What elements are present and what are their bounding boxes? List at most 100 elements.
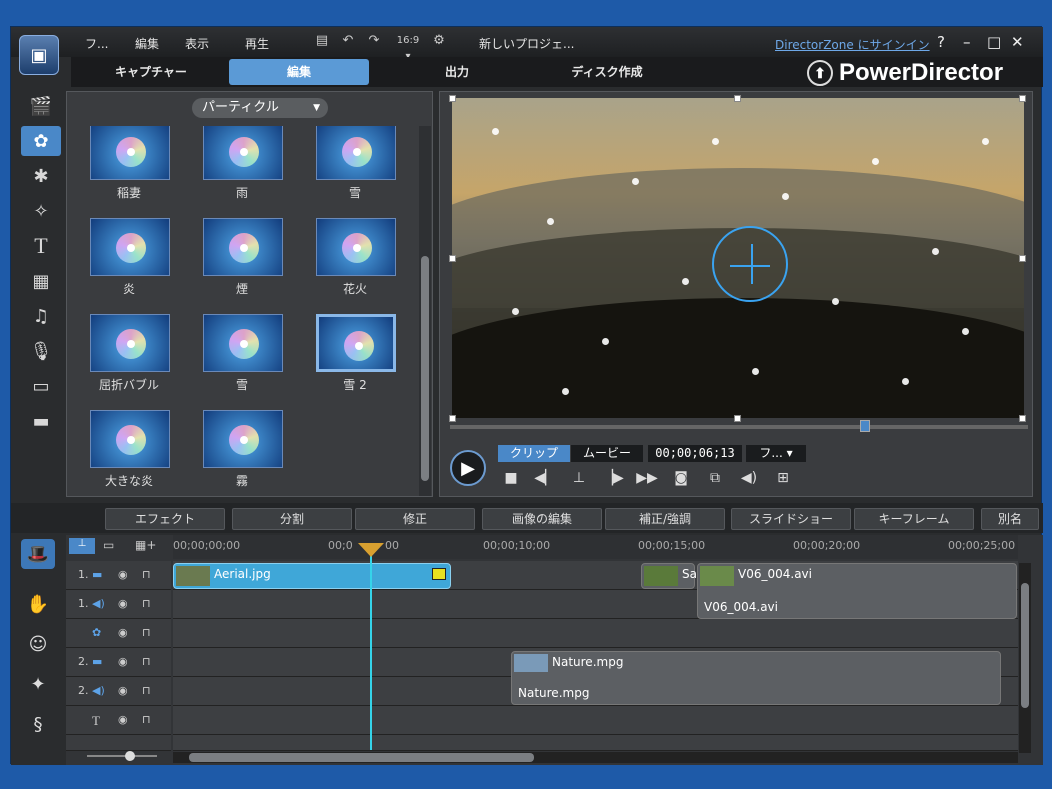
dual-monitor-icon[interactable]: ⧉ bbox=[704, 470, 726, 490]
zoom-slider[interactable] bbox=[73, 749, 169, 763]
clip-v06[interactable]: V06_004.avi V06_004.avi bbox=[697, 563, 1017, 619]
next-frame-icon[interactable]: ▕▶ bbox=[602, 470, 624, 490]
lock-icon[interactable]: ⊓ bbox=[142, 684, 151, 697]
tab-disc[interactable]: ディスク作成 bbox=[537, 59, 677, 85]
clip-nature[interactable]: Nature.mpg Nature.mpg bbox=[511, 651, 1001, 705]
undo-icon[interactable]: ↶ bbox=[340, 33, 356, 49]
visibility-eye-icon[interactable]: ◉ bbox=[118, 713, 128, 726]
effect-item[interactable]: 大きな炎 bbox=[77, 410, 175, 496]
enhance-button[interactable]: 補正/強調 bbox=[605, 508, 725, 530]
settings-grid-icon[interactable]: ⊞ bbox=[772, 470, 794, 490]
image-edit-button[interactable]: 画像の編集 bbox=[482, 508, 602, 530]
title-room-icon[interactable]: T bbox=[21, 231, 61, 261]
resize-handle[interactable] bbox=[1019, 95, 1026, 102]
clip-mode-tab[interactable]: クリップ bbox=[498, 445, 570, 462]
scrollbar-thumb[interactable] bbox=[421, 256, 429, 481]
play-button[interactable]: ▶ bbox=[450, 450, 486, 486]
effect-item[interactable]: 稲妻 bbox=[77, 126, 175, 214]
timeline-view-icon[interactable]: ⊥ bbox=[69, 538, 95, 554]
menu-edit[interactable]: 編集 bbox=[135, 35, 159, 52]
aspect-ratio-select[interactable]: 16:9 ▾ bbox=[393, 33, 423, 62]
hand-tool-icon[interactable]: ✋ bbox=[21, 589, 55, 619]
resize-handle[interactable] bbox=[734, 95, 741, 102]
lock-icon[interactable]: ⊓ bbox=[142, 597, 151, 610]
volume-icon[interactable]: ◀) bbox=[738, 470, 760, 490]
motion-icon[interactable]: § bbox=[21, 709, 55, 739]
close-button[interactable]: ✕ bbox=[1011, 33, 1024, 51]
stop-icon[interactable]: ■ bbox=[500, 470, 522, 490]
split-button[interactable]: 分割 bbox=[232, 508, 352, 530]
face-detect-icon[interactable]: ☺ bbox=[21, 629, 55, 659]
effect-item[interactable]: 花火 bbox=[303, 218, 401, 310]
menu-file[interactable]: フ... bbox=[85, 35, 108, 52]
tab-capture[interactable]: キャプチャー bbox=[81, 59, 221, 85]
timeline-horizontal-scrollbar[interactable] bbox=[173, 752, 1018, 763]
snapshot-camera-icon[interactable]: ◙ bbox=[670, 470, 692, 490]
magic-tools-icon[interactable]: 🎩 bbox=[21, 539, 55, 569]
effect-button[interactable]: エフェクト bbox=[105, 508, 225, 530]
lock-icon[interactable]: ⊓ bbox=[142, 655, 151, 668]
effect-item[interactable]: 煙 bbox=[190, 218, 288, 310]
subtitle-room-icon[interactable]: ▬ bbox=[21, 406, 61, 436]
lock-icon[interactable]: ⊓ bbox=[142, 713, 151, 726]
visibility-eye-icon[interactable]: ◉ bbox=[118, 597, 128, 610]
effect-item[interactable]: 雪 bbox=[190, 314, 288, 406]
visibility-eye-icon[interactable]: ◉ bbox=[118, 684, 128, 697]
effect-item[interactable]: 屈折バブル bbox=[77, 314, 175, 406]
timecode-display[interactable]: 00;00;06;13 bbox=[648, 445, 742, 462]
storyboard-view-icon[interactable]: ▭ bbox=[103, 538, 114, 552]
slideshow-button[interactable]: スライドショー bbox=[731, 508, 851, 530]
preview-screen[interactable] bbox=[452, 98, 1024, 418]
tab-edit[interactable]: 編集 bbox=[229, 59, 369, 85]
time-ruler[interactable]: 00;00;00;00 00;0 00 00;00;10;00 00;00;15… bbox=[173, 535, 1018, 559]
lock-icon[interactable]: ⊓ bbox=[142, 568, 151, 581]
visibility-eye-icon[interactable]: ◉ bbox=[118, 626, 128, 639]
track-lane[interactable] bbox=[173, 706, 1018, 735]
magic-wand-icon[interactable]: ✦ bbox=[21, 669, 55, 699]
menu-playback[interactable]: 再生 bbox=[245, 35, 269, 52]
minimize-button[interactable]: – bbox=[963, 33, 971, 51]
lock-icon[interactable]: ⊓ bbox=[142, 626, 151, 639]
playhead[interactable] bbox=[370, 555, 372, 750]
transition-room-icon[interactable]: ▦ bbox=[21, 266, 61, 296]
resize-handle[interactable] bbox=[1019, 255, 1026, 262]
directorzone-signin-link[interactable]: DirectorZone にサインイン bbox=[775, 36, 930, 53]
effect-item[interactable]: 雪 bbox=[303, 126, 401, 214]
track-lane[interactable] bbox=[173, 735, 1018, 751]
voiceover-mic-icon[interactable]: 🎙 bbox=[21, 336, 61, 366]
settings-gear-icon[interactable]: ⚙ bbox=[431, 33, 447, 49]
audio-mixing-icon[interactable]: ♫ bbox=[21, 301, 61, 331]
redo-icon[interactable]: ↷ bbox=[366, 33, 382, 49]
effect-item[interactable]: 炎 bbox=[77, 218, 175, 310]
resize-handle[interactable] bbox=[449, 255, 456, 262]
effect-item-selected[interactable]: 雪 2 bbox=[303, 314, 401, 406]
track-manager-icon[interactable]: ▦+ bbox=[135, 538, 156, 552]
effect-room-icon[interactable]: ✿ bbox=[21, 126, 61, 156]
tab-produce[interactable]: 出力 bbox=[387, 59, 527, 85]
more-button[interactable]: 別名 bbox=[981, 508, 1039, 530]
fast-forward-icon[interactable]: ▶▶ bbox=[636, 470, 658, 490]
category-dropdown[interactable]: パーティクル ▼ bbox=[192, 98, 328, 118]
visibility-eye-icon[interactable]: ◉ bbox=[118, 568, 128, 581]
scrollbar-thumb[interactable] bbox=[1021, 583, 1029, 708]
maximize-button[interactable]: □ bbox=[987, 33, 1001, 51]
chapter-room-icon[interactable]: ▭ bbox=[21, 371, 61, 401]
movie-mode-tab[interactable]: ムービー bbox=[571, 445, 643, 462]
scrollbar-thumb[interactable] bbox=[189, 753, 534, 762]
resize-handle[interactable] bbox=[449, 95, 456, 102]
particle-position-crosshair-icon[interactable] bbox=[712, 226, 788, 302]
resize-handle[interactable] bbox=[734, 415, 741, 422]
fix-button[interactable]: 修正 bbox=[355, 508, 475, 530]
visibility-eye-icon[interactable]: ◉ bbox=[118, 655, 128, 668]
clip-sa[interactable]: Sa bbox=[641, 563, 697, 589]
keyframe-button[interactable]: キーフレーム bbox=[854, 508, 974, 530]
library-scrollbar[interactable] bbox=[419, 126, 431, 496]
resize-handle[interactable] bbox=[1019, 415, 1026, 422]
split-marker-icon[interactable]: ⊥ bbox=[568, 470, 590, 490]
fit-select[interactable]: フ... ▾ bbox=[746, 445, 806, 462]
clip-aerial[interactable]: Aerial.jpg bbox=[173, 563, 451, 589]
track-lane[interactable] bbox=[173, 619, 1018, 648]
media-room-icon[interactable]: 🎬 bbox=[21, 91, 61, 121]
previous-frame-icon[interactable]: ◀▏ bbox=[534, 470, 556, 490]
zoom-knob[interactable] bbox=[125, 751, 135, 761]
